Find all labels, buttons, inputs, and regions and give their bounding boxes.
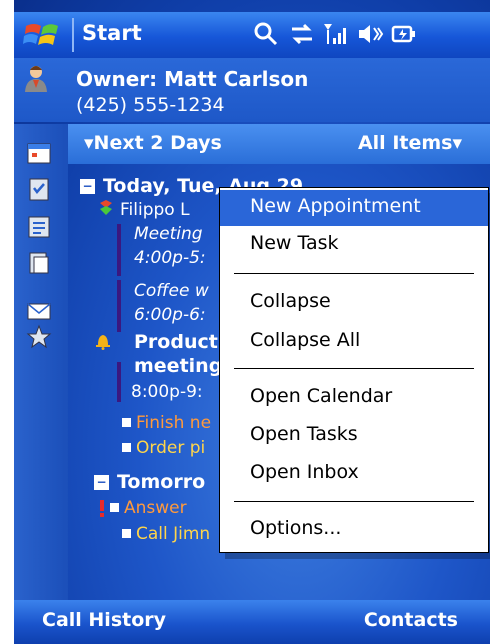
list-item: 4:00p-5: [134,248,206,268]
softkey-bar: Call History Contacts [14,600,490,644]
device-frame: Start Owner: Matt Carlson (425) 555-1234… [0,0,501,644]
menu-separator [234,501,474,502]
owner-phone: (425) 555-1234 [76,94,225,116]
collapse-icon[interactable]: − [80,179,95,194]
date-range-dropdown[interactable]: ▾Next 2 Days [84,132,222,154]
menu-item-new-task[interactable]: New Task [220,227,488,263]
busy-bar [117,362,121,402]
favorites-icon[interactable] [26,324,52,350]
list-header: ▾Next 2 Days All Items▾ [68,124,490,164]
task-item[interactable]: Answer [110,498,187,518]
contacts-icon[interactable] [26,214,52,240]
task-label: Order pi [136,438,206,458]
high-priority-icon [100,500,104,517]
task-label: Answer [124,498,187,518]
contacts-softkey[interactable]: Contacts [364,609,458,631]
menu-item-open-inbox[interactable]: Open Inbox [220,456,488,492]
filter-dropdown[interactable]: All Items▾ [358,132,462,154]
calendar-icon[interactable] [26,140,52,166]
list-item[interactable]: − Tomorro [94,471,205,493]
task-checkbox-icon[interactable] [122,529,131,538]
list-item[interactable]: Meeting [134,224,203,244]
busy-bar [117,224,121,276]
notes-icon[interactable] [26,250,52,276]
inbox-icon[interactable] [26,298,52,324]
list-item[interactable]: Coffee w [134,281,209,301]
connectivity-icon[interactable] [288,20,316,48]
title-bar: Start [14,12,490,58]
start-label[interactable]: Start [82,21,142,45]
task-label: Finish ne [136,413,212,433]
task-checkbox-icon[interactable] [122,418,131,427]
list-item: 8:00p-9: [131,382,203,402]
menu-separator [234,273,474,274]
list-item[interactable]: Filippo L [120,200,190,220]
meeting-request-icon [100,200,112,215]
search-icon[interactable] [252,20,280,48]
battery-icon[interactable] [390,20,418,48]
list-item: 6:00p-6: [134,305,206,325]
menu-item-options[interactable]: Options... [220,512,488,548]
tasks-icon[interactable] [26,176,52,202]
task-checkbox-icon[interactable] [110,503,119,512]
owner-info[interactable]: Owner: Matt Carlson (425) 555-1234 [14,58,490,122]
volume-icon[interactable] [356,20,384,48]
busy-bar [117,280,121,332]
menu-item-open-tasks[interactable]: Open Tasks [220,418,488,454]
menu-item-collapse-all[interactable]: Collapse All [220,324,488,360]
list-item: meeting [134,355,223,377]
menu-separator [234,368,474,369]
collapse-icon[interactable]: − [94,475,109,490]
title-separator [72,18,74,52]
call-history-softkey[interactable]: Call History [42,609,166,631]
owner-name: Owner: Matt Carlson [76,67,309,91]
menu-item-collapse[interactable]: Collapse [220,285,488,321]
task-item[interactable]: Call Jimn [122,524,210,544]
list-item[interactable]: Product [134,331,218,353]
signal-icon[interactable] [322,20,350,48]
menu-item-open-calendar[interactable]: Open Calendar [220,380,488,416]
windows-logo-icon[interactable] [22,18,66,52]
tomorrow-heading: Tomorro [117,471,206,493]
shortcut-column [14,124,68,600]
screen: Start Owner: Matt Carlson (425) 555-1234… [14,0,490,644]
context-menu: New Appointment New Task Collapse Collap… [219,187,489,553]
menu-item-new-appointment[interactable]: New Appointment [220,190,488,226]
task-checkbox-icon[interactable] [122,443,131,452]
owner-icon [25,66,47,92]
task-item[interactable]: Order pi [122,438,205,458]
reminder-bell-icon [96,335,110,350]
task-item[interactable]: Finish ne [122,413,211,433]
task-label: Call Jimn [136,524,211,544]
